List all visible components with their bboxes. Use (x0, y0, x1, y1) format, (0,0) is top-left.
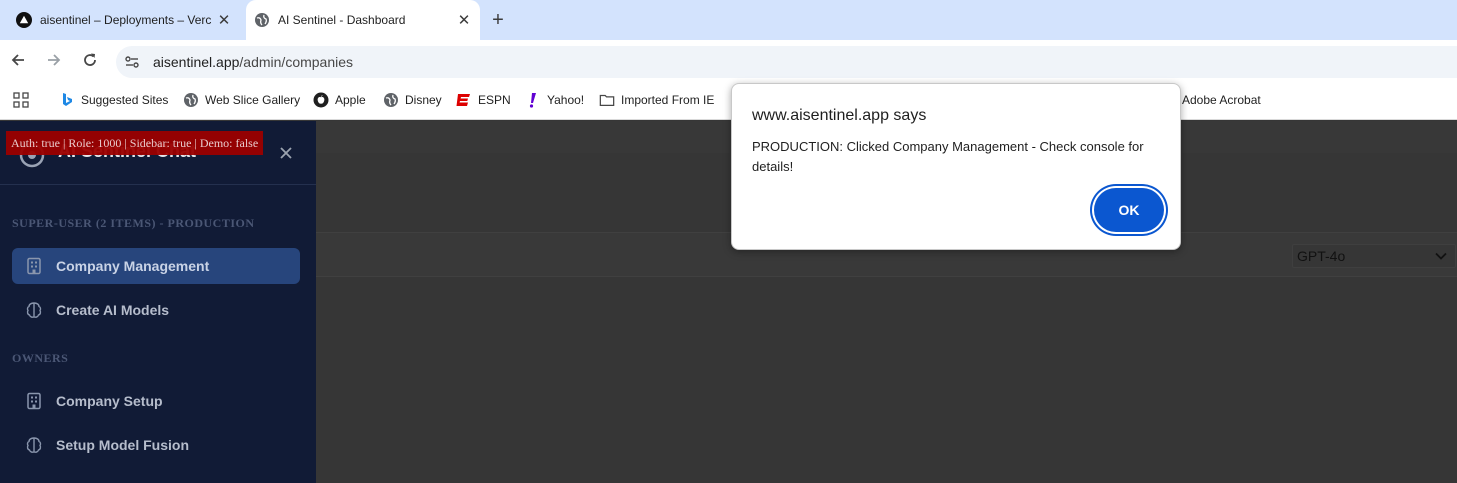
building-icon (24, 391, 44, 411)
bookmark-label: Web Slice Gallery (205, 93, 301, 107)
close-icon[interactable] (276, 143, 296, 163)
espn-icon (456, 92, 472, 108)
close-tab-icon[interactable]: ✕ (454, 10, 474, 30)
url-path: /admin/companies (239, 54, 354, 70)
chevron-down-icon (1433, 248, 1449, 264)
building-icon (24, 256, 44, 276)
sidebar-item-label: Company Management (56, 258, 210, 274)
bookmark-label: Imported From IE (621, 93, 715, 107)
tab-vercel-deployments[interactable]: aisentinel – Deployments – Verc ✕ (8, 0, 240, 40)
section-label-owners: OWNERS (12, 351, 69, 365)
yahoo-icon (525, 92, 541, 108)
vercel-triangle-icon (16, 12, 32, 28)
url-host: aisentinel.app (153, 54, 240, 70)
bookmark-label: Disney (405, 93, 442, 107)
sidebar-item-company-management[interactable]: Company Management (12, 248, 300, 284)
sidebar-item-label: Create AI Models (56, 302, 170, 318)
globe-icon (383, 92, 399, 108)
reload-icon[interactable] (80, 50, 100, 70)
sidebar: AI Sentinel Chat Auth: true | Role: 1000… (0, 121, 316, 483)
close-tab-icon[interactable]: ✕ (214, 10, 234, 30)
bookmark-disney[interactable]: Disney (383, 91, 442, 109)
bookmark-folder-imported-from-ie[interactable]: Imported From IE (599, 91, 714, 109)
bookmark-adobe-acrobat[interactable]: Adobe Acrobat (1182, 91, 1261, 109)
new-tab-button[interactable]: + (487, 9, 509, 31)
bookmarks-bar: Suggested Sites Web Slice Gallery Apple … (0, 80, 1457, 120)
bookmark-label: Suggested Sites (81, 93, 169, 107)
sidebar-item-create-ai-models[interactable]: Create AI Models (12, 292, 300, 328)
bookmark-label: Yahoo! (547, 93, 585, 107)
bookmark-apple[interactable]: Apple (313, 91, 366, 109)
sidebar-item-setup-model-fusion[interactable]: Setup Model Fusion (12, 427, 300, 463)
dialog-title: www.aisentinel.app says (752, 107, 927, 124)
alert-dialog: www.aisentinel.app says PRODUCTION: Clic… (731, 83, 1181, 250)
sidebar-header: AI Sentinel Chat Auth: true | Role: 1000… (0, 121, 316, 185)
folder-icon (599, 92, 615, 108)
tab-title: aisentinel – Deployments – Verc (40, 13, 212, 27)
tab-ai-sentinel-dashboard[interactable]: AI Sentinel - Dashboard ✕ (246, 0, 480, 40)
bing-icon (59, 92, 75, 108)
bookmark-espn[interactable]: ESPN (456, 91, 511, 109)
bookmark-suggested-sites[interactable]: Suggested Sites (59, 91, 168, 109)
back-arrow-icon[interactable] (8, 50, 28, 70)
model-select[interactable]: GPT-4o (1292, 244, 1456, 268)
brain-icon (24, 435, 44, 455)
dialog-message: PRODUCTION: Clicked Company Management -… (752, 139, 1144, 174)
address-bar[interactable]: aisentinel.app/admin/companies (116, 46, 1457, 78)
bookmark-web-slice-gallery[interactable]: Web Slice Gallery (183, 91, 300, 109)
model-select-value: GPT-4o (1297, 248, 1346, 264)
bookmark-yahoo[interactable]: Yahoo! (525, 91, 584, 109)
globe-icon (183, 92, 199, 108)
site-settings-icon[interactable] (124, 54, 140, 70)
globe-icon (254, 12, 270, 28)
brain-icon (24, 300, 44, 320)
ok-button[interactable]: OK (1094, 188, 1164, 232)
bookmark-label: ESPN (478, 93, 511, 107)
sidebar-item-company-setup[interactable]: Company Setup (12, 383, 300, 419)
apple-icon (313, 92, 329, 108)
tab-strip: aisentinel – Deployments – Verc ✕ AI Sen… (0, 0, 1457, 40)
app-content: GPT-4o AI Sentinel Chat Auth: true | Rol… (0, 121, 1457, 483)
sidebar-item-label: Company Setup (56, 393, 163, 409)
sidebar-item-label: Setup Model Fusion (56, 437, 189, 453)
bookmark-label: Apple (335, 93, 366, 107)
apps-grid-icon[interactable] (13, 91, 29, 109)
url-text: aisentinel.app/admin/companies (153, 54, 353, 70)
tab-title: AI Sentinel - Dashboard (278, 13, 406, 27)
bookmark-label: Adobe Acrobat (1182, 93, 1261, 107)
debug-status-banner: Auth: true | Role: 1000 | Sidebar: true … (6, 131, 264, 155)
browser-toolbar: aisentinel.app/admin/companies (0, 40, 1457, 80)
section-label-super-user: SUPER-USER (2 ITEMS) - PRODUCTION (12, 216, 255, 230)
forward-arrow-icon[interactable] (44, 50, 64, 70)
